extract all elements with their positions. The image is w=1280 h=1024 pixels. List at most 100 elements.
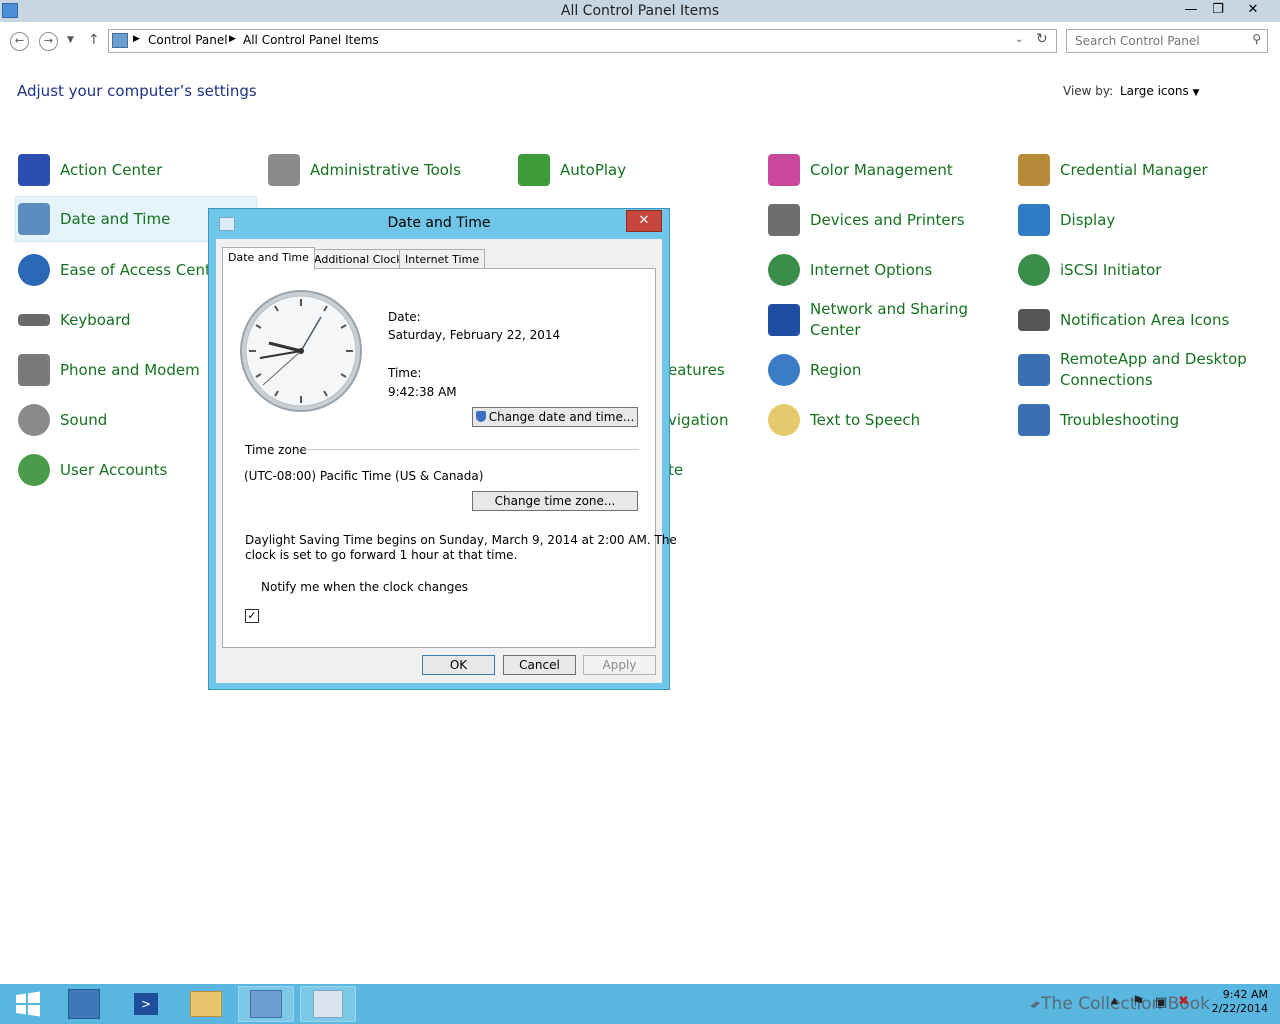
taskbar: > The Collection Book ▲ ⚑ ▣ ✖ 9:42 AM 2/… bbox=[0, 984, 1280, 1024]
search-icon[interactable]: ⚲ bbox=[1252, 32, 1261, 46]
printer-icon bbox=[768, 204, 800, 236]
chevron-right-icon[interactable]: ▶ bbox=[229, 34, 236, 44]
search-input[interactable] bbox=[1073, 33, 1247, 49]
recent-locations-icon[interactable]: ▼ bbox=[67, 35, 74, 45]
taskbar-control-panel[interactable] bbox=[238, 986, 294, 1022]
tray-date: 2/22/2014 bbox=[1211, 1002, 1268, 1015]
chevron-down-icon: ▼ bbox=[1192, 88, 1200, 98]
item-devices-and-printers[interactable]: Devices and Printers bbox=[766, 198, 1000, 242]
server-manager-icon bbox=[68, 989, 100, 1019]
remote-desktop-icon bbox=[1018, 354, 1050, 386]
chevron-right-icon[interactable]: ▶ bbox=[133, 34, 140, 44]
notify-label[interactable]: Notify me when the clock changes bbox=[261, 580, 468, 594]
item-remoteapp-and-desktop-connections[interactable]: RemoteApp and Desktop Connections bbox=[1016, 348, 1250, 392]
item-action-center[interactable]: Action Center bbox=[16, 148, 250, 192]
troubleshooting-icon bbox=[1018, 404, 1050, 436]
ease-of-access-icon bbox=[18, 254, 50, 286]
flag-icon bbox=[18, 154, 50, 186]
volume-muted-icon[interactable]: ✖ bbox=[1178, 994, 1189, 1009]
item-fragment-features[interactable]: eatures bbox=[668, 348, 858, 392]
analog-clock-icon bbox=[240, 290, 362, 412]
item-credential-manager[interactable]: Credential Manager bbox=[1016, 148, 1250, 192]
control-panel-icon bbox=[112, 33, 128, 48]
breadcrumb-control-panel[interactable]: Control Panel bbox=[148, 33, 228, 47]
item-administrative-tools[interactable]: Administrative Tools bbox=[266, 148, 500, 192]
calendar-clock-icon bbox=[313, 990, 343, 1018]
date-label: Date: bbox=[388, 310, 421, 324]
taskbar-powershell[interactable]: > bbox=[118, 986, 174, 1022]
taskbar-date-time[interactable] bbox=[300, 986, 356, 1022]
show-hidden-icons[interactable]: ▲ bbox=[1111, 996, 1118, 1006]
tab-panel: Date: Saturday, February 22, 2014 Time: … bbox=[222, 268, 677, 648]
change-date-time-label: Change date and time... bbox=[488, 410, 635, 424]
minimize-button[interactable]: — bbox=[1178, 0, 1204, 20]
notify-checkbox[interactable]: ✓ bbox=[245, 609, 259, 623]
control-panel-icon bbox=[250, 990, 282, 1018]
search-box[interactable]: ⚲ bbox=[1066, 29, 1268, 53]
taskbar-server-manager[interactable] bbox=[56, 986, 112, 1022]
monitor-icon bbox=[1018, 204, 1050, 236]
dialog-body: Date and Time Additional Clocks Internet… bbox=[216, 239, 677, 683]
breadcrumb-all-items[interactable]: All Control Panel Items bbox=[243, 33, 379, 47]
view-by-dropdown[interactable]: Large icons ▼ bbox=[1120, 84, 1199, 98]
item-autoplay[interactable]: AutoPlay bbox=[516, 148, 750, 192]
up-arrow-icon[interactable]: ↑ bbox=[88, 32, 100, 48]
chevron-down-icon[interactable]: ⌄ bbox=[1015, 34, 1023, 45]
calendar-clock-icon bbox=[18, 203, 50, 235]
restore-button[interactable]: ❐ bbox=[1205, 0, 1231, 20]
action-center-flag-icon[interactable]: ⚑ bbox=[1132, 994, 1145, 1010]
dialog-close-button[interactable]: ✕ bbox=[626, 210, 662, 232]
window-title: All Control Panel Items bbox=[560, 3, 720, 19]
forward-button[interactable]: → bbox=[39, 32, 58, 51]
date-time-dialog: Date and Time ✕ Date and Time Additional… bbox=[208, 208, 677, 690]
notification-area-icon bbox=[1018, 309, 1050, 331]
item-notification-area-icons[interactable]: Notification Area Icons bbox=[1016, 298, 1250, 342]
users-icon bbox=[18, 454, 50, 486]
apply-button[interactable]: Apply bbox=[583, 655, 656, 675]
item-troubleshooting[interactable]: Troubleshooting bbox=[1016, 398, 1250, 442]
view-by-value: Large icons bbox=[1120, 84, 1189, 98]
back-button[interactable]: ← bbox=[10, 32, 29, 51]
start-button[interactable] bbox=[0, 986, 56, 1022]
tray-clock[interactable]: 9:42 AM 2/22/2014 bbox=[1208, 988, 1268, 1016]
item-display[interactable]: Display bbox=[1016, 198, 1250, 242]
dst-line-1: Daylight Saving Time begins on Sunday, M… bbox=[245, 533, 677, 547]
item-network-and-sharing-center[interactable]: Network and Sharing Center bbox=[766, 298, 1000, 342]
admin-tools-icon bbox=[268, 154, 300, 186]
refresh-icon[interactable]: ↻ bbox=[1036, 31, 1048, 47]
windows-logo-icon bbox=[16, 991, 40, 1017]
change-time-zone-button[interactable]: Change time zone... bbox=[472, 491, 638, 511]
tray-time: 9:42 AM bbox=[1222, 988, 1268, 1001]
tab-date-and-time[interactable]: Date and Time bbox=[222, 247, 315, 270]
time-value: 9:42:38 AM bbox=[388, 385, 457, 399]
item-fragment-te[interactable]: te bbox=[668, 448, 858, 492]
ok-button[interactable]: OK bbox=[422, 655, 495, 675]
window-titlebar: All Control Panel Items — ❐ ✕ bbox=[0, 0, 1280, 22]
cancel-button[interactable]: Cancel bbox=[503, 655, 576, 675]
speaker-icon bbox=[18, 404, 50, 436]
address-bar[interactable]: ▶ Control Panel ▶ All Control Panel Item… bbox=[108, 29, 1057, 53]
item-color-management[interactable]: Color Management bbox=[766, 148, 1000, 192]
page-heading: Adjust your computer’s settings bbox=[17, 82, 257, 100]
folder-icon bbox=[190, 991, 222, 1017]
vault-icon bbox=[1018, 154, 1050, 186]
item-internet-options[interactable]: Internet Options bbox=[766, 248, 1000, 292]
item-fragment-navigation[interactable]: vigation bbox=[668, 398, 858, 442]
globe-icon bbox=[768, 254, 800, 286]
book-logo-icon bbox=[1030, 1001, 1041, 1009]
uac-shield-icon bbox=[475, 411, 486, 422]
globe-shield-icon bbox=[1018, 254, 1050, 286]
view-by-label: View by: bbox=[1063, 84, 1114, 98]
close-button[interactable]: ✕ bbox=[1240, 0, 1266, 20]
item-iscsi-initiator[interactable]: iSCSI Initiator bbox=[1016, 248, 1250, 292]
timezone-divider bbox=[305, 449, 639, 450]
taskbar-file-explorer[interactable] bbox=[178, 986, 234, 1022]
timezone-label: Time zone bbox=[245, 443, 307, 457]
powershell-icon: > bbox=[134, 993, 158, 1015]
network-tray-icon[interactable]: ▣ bbox=[1155, 995, 1167, 1010]
keyboard-icon bbox=[18, 314, 50, 326]
change-date-time-button[interactable]: Change date and time... bbox=[472, 407, 638, 427]
network-icon bbox=[768, 304, 800, 336]
phone-icon bbox=[18, 354, 50, 386]
dst-line-2: clock is set to go forward 1 hour at tha… bbox=[245, 548, 518, 562]
